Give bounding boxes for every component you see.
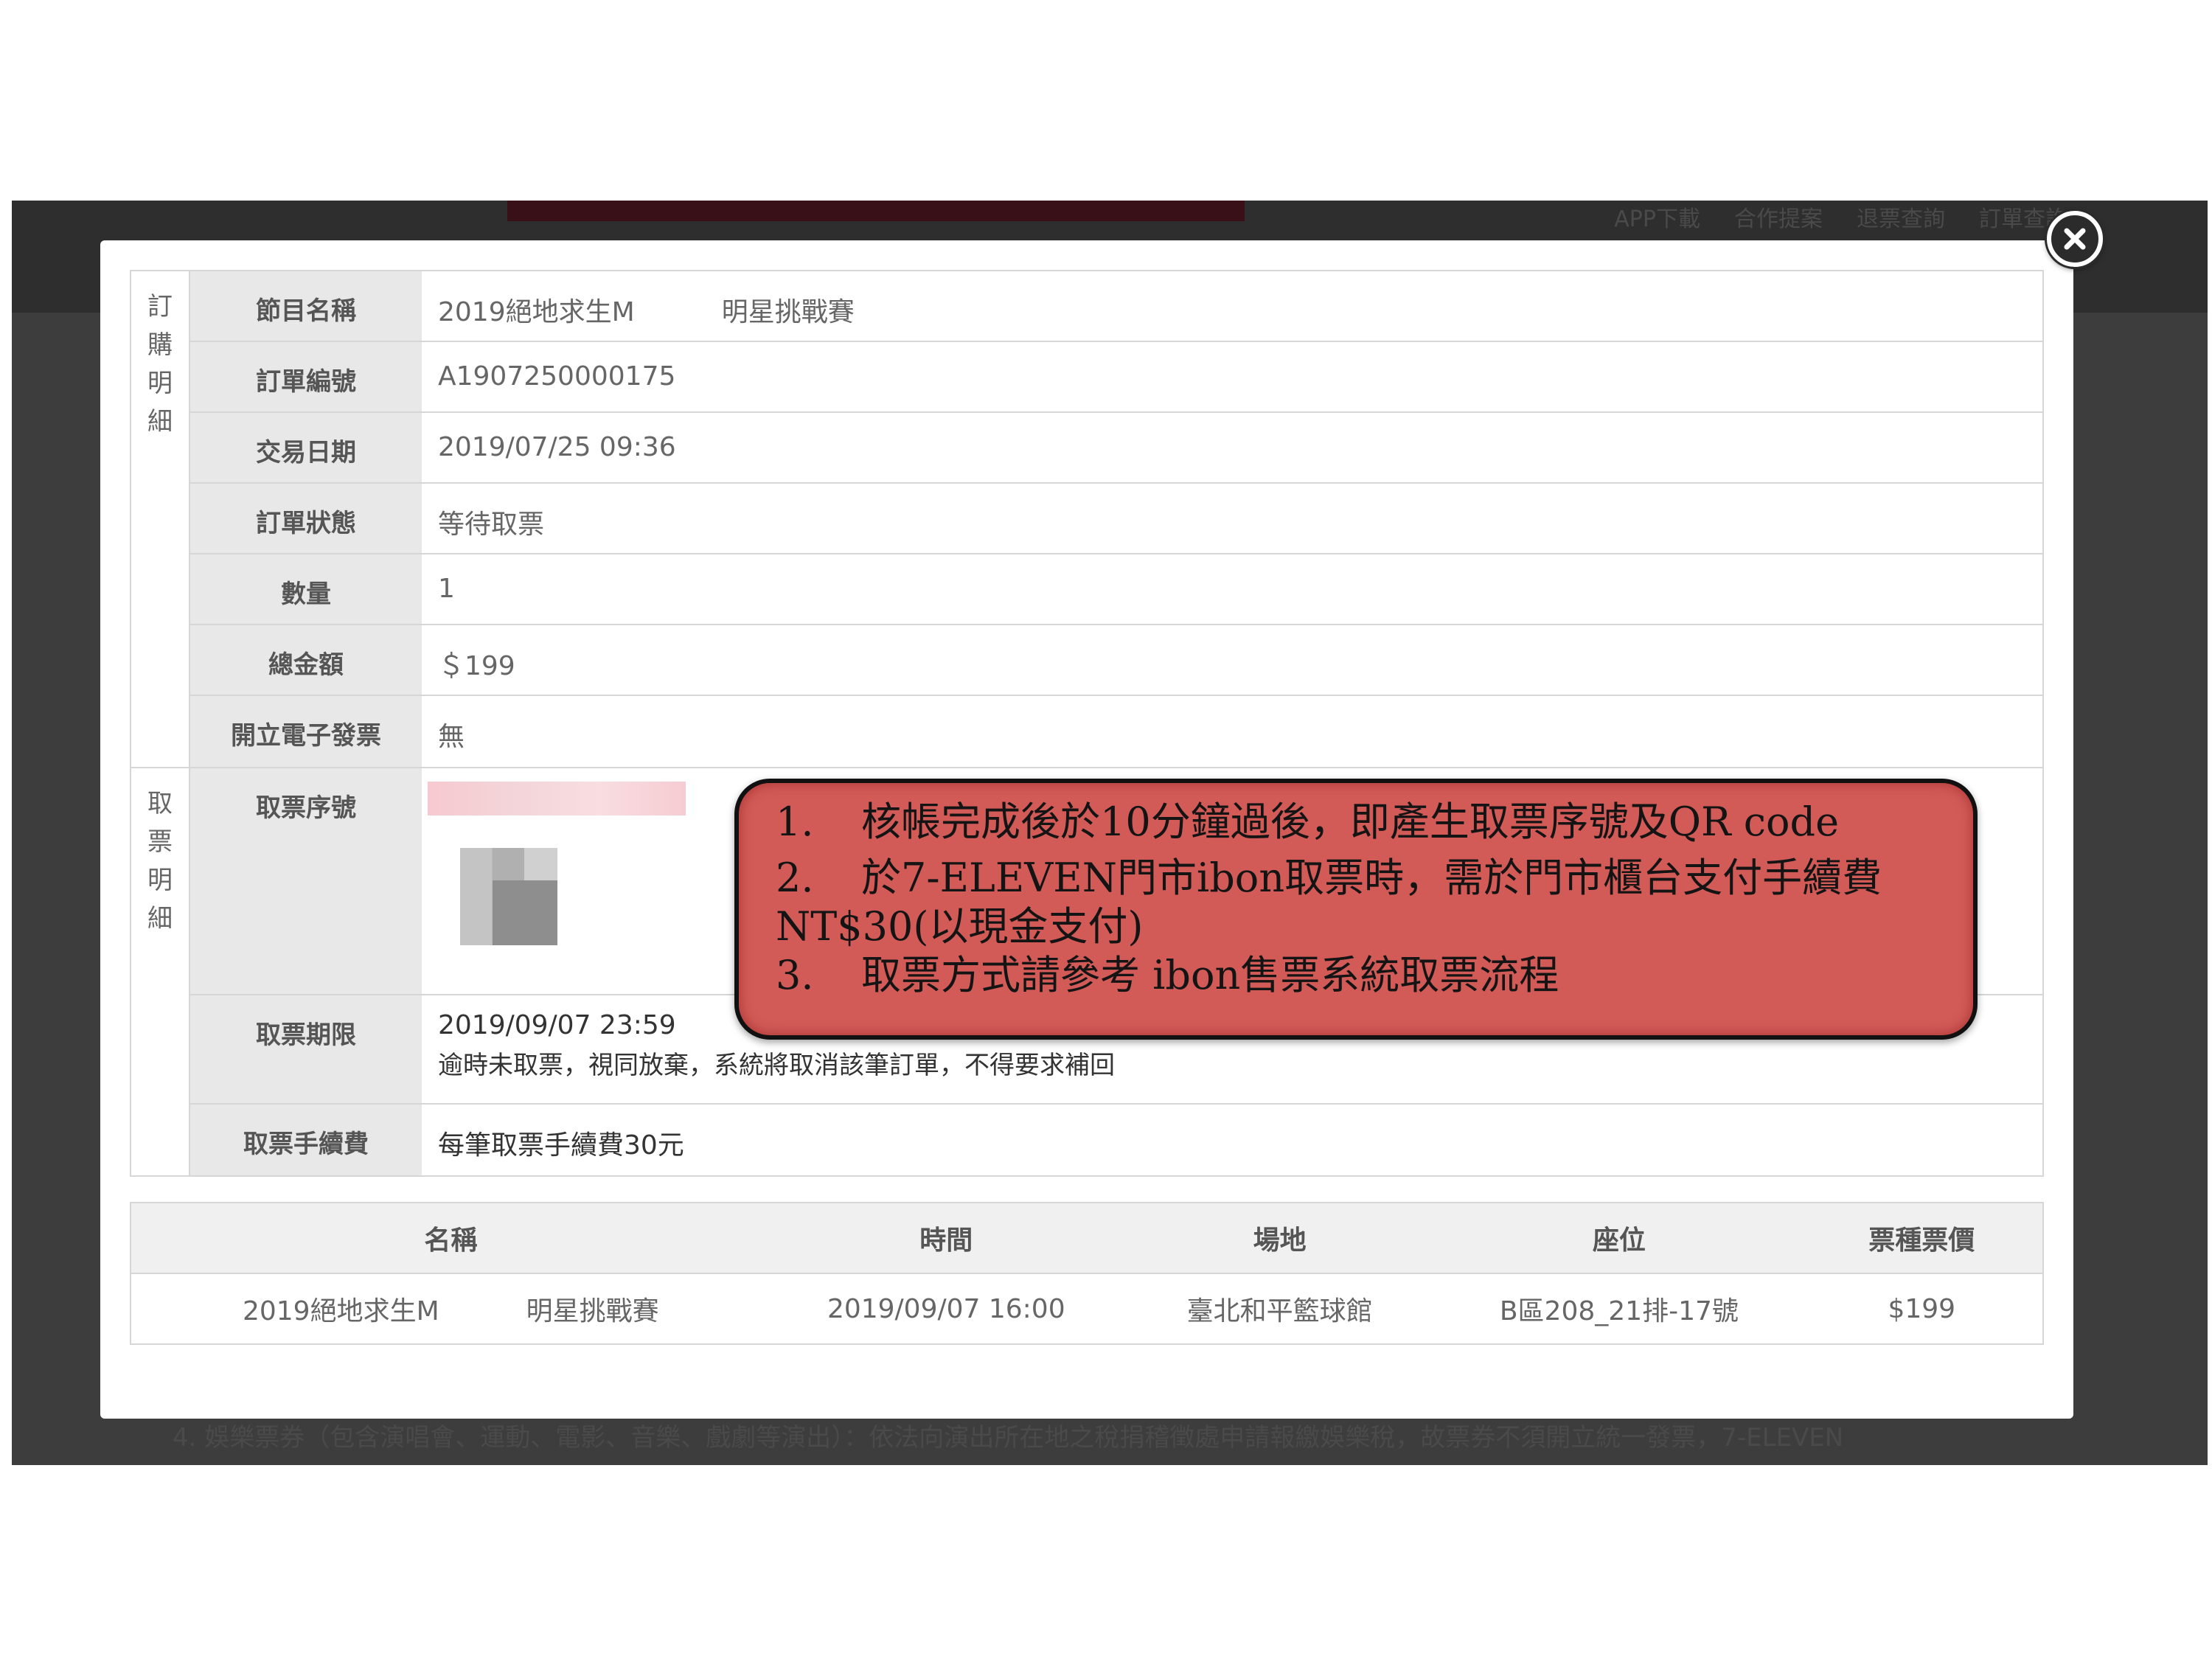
e-invoice-value: 無 — [438, 722, 465, 752]
field-pickup-fee: 取票手續費 每筆取票手續費30元 — [190, 1105, 2042, 1175]
total-amount-value: ＄199 — [438, 651, 515, 681]
qr-code-blurred — [460, 848, 557, 945]
background-nav: APP下載 合作提案 退票查詢 訂單查詢 — [1614, 201, 2067, 232]
field-total-amount: 總金額 ＄199 — [190, 625, 2042, 696]
order-section-label: 訂 購 明 細 — [131, 271, 190, 767]
background-footnote: 4. 娛樂票券（包含演唱會、運動、電影、音樂、戲劇等演出）：依法向演出所在地之稅… — [173, 1423, 1844, 1453]
quantity-value: 1 — [438, 574, 455, 604]
header-name: 名稱 — [424, 1225, 478, 1256]
close-button[interactable] — [2047, 211, 2103, 267]
close-icon — [2064, 228, 2086, 250]
field-program-name: 節目名稱 2019絕地求生M 明星挑戰賽 — [190, 271, 2042, 342]
nav-refund-query[interactable]: 退票查詢 — [1857, 201, 1945, 232]
order-status-value: 等待取票 — [438, 509, 545, 540]
header-venue: 場地 — [1253, 1225, 1307, 1256]
nav-cooperation[interactable]: 合作提案 — [1734, 201, 1823, 232]
pickup-section-label: 取 票 明 細 — [131, 768, 190, 1175]
header-time: 時間 — [919, 1225, 973, 1256]
ticket-items-table: 名稱 時間 場地 座位 票種票價 2019絕地求生M 明星挑戰賽 2019/09/… — [130, 1202, 2044, 1345]
transaction-date-value: 2019/07/25 09:36 — [438, 432, 676, 462]
field-order-status: 訂單狀態 等待取票 — [190, 484, 2042, 554]
header-seat: 座位 — [1592, 1225, 1646, 1256]
field-transaction-date: 交易日期 2019/07/25 09:36 — [190, 413, 2042, 484]
cell-name: 2019絕地求生M 明星挑戰賽 — [242, 1296, 659, 1326]
cell-seat: B區208_21排-17號 — [1499, 1296, 1739, 1326]
nav-app-download[interactable]: APP下載 — [1614, 201, 1700, 232]
field-quantity: 數量 1 — [190, 554, 2042, 625]
annotation-callout: 1. 核帳完成後於10分鐘過後，即產生取票序號及QR code 2. 於7-EL… — [734, 779, 1978, 1040]
table-row: 2019絕地求生M 明星挑戰賽 2019/09/07 16:00 臺北和平籃球館 … — [131, 1274, 2042, 1343]
field-e-invoice: 開立電子發票 無 — [190, 696, 2042, 767]
program-name-a: 2019絕地求生M — [438, 297, 635, 327]
cell-venue: 臺北和平籃球館 — [1186, 1296, 1373, 1326]
background-banner — [507, 201, 1245, 221]
callout-item-2: 2. 於7-ELEVEN門市ibon取票時，需於門市櫃台支付手續費 — [776, 855, 1882, 901]
cell-time: 2019/09/07 16:00 — [827, 1293, 1065, 1324]
pickup-deadline-note: 逾時未取票，視同放棄，系統將取消該筆訂單，不得要求補回 — [438, 1051, 1115, 1080]
callout-item-2-continued: NT$30(以現金支付) — [776, 903, 1144, 950]
items-table-header: 名稱 時間 場地 座位 票種票價 — [131, 1203, 2042, 1274]
cell-price: $199 — [1888, 1293, 1956, 1324]
header-price: 票種票價 — [1868, 1225, 1975, 1256]
callout-item-1: 1. 核帳完成後於10分鐘過後，即產生取票序號及QR code — [776, 799, 1840, 845]
order-number-value: A1907250000175 — [438, 361, 676, 392]
callout-item-3: 3. 取票方式請參考 ibon售票系統取票流程 — [776, 952, 1559, 998]
serial-number-blurred — [428, 782, 686, 815]
order-section: 訂 購 明 細 節目名稱 2019絕地求生M 明星挑戰賽 訂單編號 A190725… — [131, 271, 2042, 768]
field-order-number: 訂單編號 A1907250000175 — [190, 342, 2042, 413]
program-name-b: 明星挑戰賽 — [721, 297, 855, 327]
order-detail-table: 訂 購 明 細 節目名稱 2019絕地求生M 明星挑戰賽 訂單編號 A190725… — [130, 270, 2044, 1177]
pickup-fee-value: 每筆取票手續費30元 — [438, 1130, 684, 1161]
